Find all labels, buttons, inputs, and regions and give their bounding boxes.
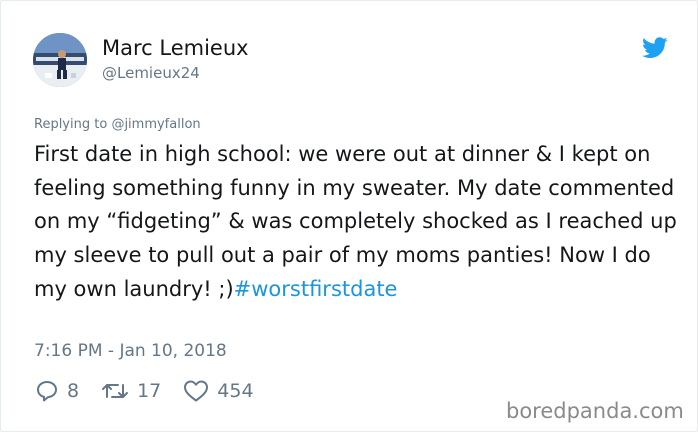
hashtag-link[interactable]: #worstfirstdate xyxy=(234,277,398,301)
twitter-bird-icon[interactable] xyxy=(642,37,668,59)
watermark-text: boredpanda.com xyxy=(506,399,684,423)
author-name[interactable]: Marc Lemieux xyxy=(102,36,249,60)
retweet-count: 17 xyxy=(137,380,162,402)
avatar-image xyxy=(33,33,87,87)
reply-count: 8 xyxy=(67,380,80,402)
avatar[interactable] xyxy=(33,33,87,87)
reply-context: Replying to @jimmyfallon xyxy=(34,117,201,132)
reply-button[interactable]: 8 xyxy=(35,379,79,403)
retweet-button[interactable]: 17 xyxy=(101,379,161,403)
tweet-text: First date in high school: we were out a… xyxy=(34,138,684,307)
reply-to-link[interactable]: @jimmyfallon xyxy=(111,117,200,132)
tweet-actions: 8 17 454 xyxy=(35,377,276,405)
retweet-icon xyxy=(102,384,129,398)
like-button[interactable]: 454 xyxy=(183,379,254,403)
tweet-timestamp[interactable]: 7:16 PM - Jan 10, 2018 xyxy=(34,341,227,361)
author-handle[interactable]: @Lemieux24 xyxy=(102,64,200,82)
like-count: 454 xyxy=(217,380,254,402)
tweet-card: Marc Lemieux @Lemieux24 Replying to @jim… xyxy=(0,0,698,432)
heart-icon xyxy=(184,380,209,402)
reply-label: Replying to xyxy=(34,117,108,132)
reply-icon xyxy=(37,381,57,402)
